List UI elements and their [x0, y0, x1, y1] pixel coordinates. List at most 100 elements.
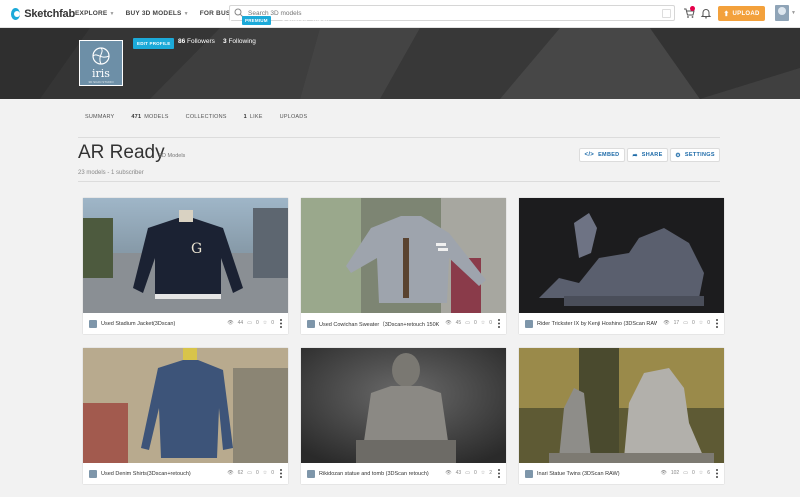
more-options-icon[interactable]	[498, 319, 500, 328]
comment-icon: ▭	[683, 470, 688, 476]
model-name[interactable]: Inari Statue Twins (3DScan RAW)	[537, 471, 657, 477]
model-card[interactable]: Used Cowichan Sweater（3Dscan+retouch 150…	[301, 198, 506, 334]
uploader-avatar[interactable]	[307, 470, 315, 478]
profile-name: 3D scan studio "iris"	[133, 14, 240, 28]
comments-count: 0	[255, 320, 259, 326]
model-thumbnail[interactable]	[301, 198, 506, 313]
sketchfab-logo[interactable]: Sketchfab	[11, 7, 75, 20]
comments-count: 0	[473, 320, 477, 326]
nav-explore[interactable]: EXPLORE ▼	[75, 10, 115, 17]
share-icon: ➦	[632, 152, 638, 159]
model-name[interactable]: Used Denim Shirts(3Dscan+retouch)	[101, 471, 221, 477]
comment-icon: ▭	[465, 320, 470, 326]
comments-count: 0	[473, 470, 477, 476]
model-thumbnail[interactable]	[519, 348, 724, 463]
profile-tabs: SUMMARY 471 MODELS COLLECTIONS 1 LIKE UPLO…	[85, 112, 324, 122]
code-icon: </>	[584, 152, 595, 158]
model-thumbnail[interactable]	[519, 198, 724, 313]
following-link[interactable]: 3 Following	[223, 38, 256, 45]
tab-models[interactable]: 471 MODELS	[131, 114, 168, 120]
model-card[interactable]: Inari Statue Twins (3DScan RAW) 👁 102 ▭ 0 ☆ 6	[519, 348, 724, 484]
model-thumbnail[interactable]: G	[83, 198, 288, 313]
more-options-icon[interactable]	[716, 319, 718, 328]
uploader-avatar[interactable]	[89, 320, 97, 328]
model-stats: 👁 44 ▭ 0 ☆ 0	[223, 320, 274, 326]
more-options-icon[interactable]	[716, 469, 718, 478]
uploader-avatar[interactable]	[525, 320, 533, 328]
comments-count: 0	[255, 470, 259, 476]
bell-icon[interactable]	[700, 7, 712, 19]
collection-title: AR Ready	[78, 142, 165, 163]
eye-icon: 👁	[445, 470, 452, 476]
more-options-icon[interactable]	[280, 469, 282, 478]
eye-icon: 👁	[663, 320, 670, 326]
divider	[78, 137, 720, 138]
uploader-avatar[interactable]	[307, 320, 315, 328]
tab-collections[interactable]: COLLECTIONS	[186, 114, 227, 120]
star-icon: ☆	[480, 320, 486, 326]
comment-icon: ▭	[247, 470, 252, 476]
search-filter-button[interactable]	[662, 9, 671, 18]
followers-link[interactable]: 86 Followers	[178, 38, 215, 45]
views-count: 62	[237, 470, 244, 476]
share-button[interactable]: ➦ SHARE	[627, 148, 668, 162]
comment-icon: ▭	[465, 470, 470, 476]
eye-icon: 👁	[660, 470, 667, 476]
model-card[interactable]: Rikidozan statue and tomb (3DScan retouc…	[301, 348, 506, 484]
likes-count: 6	[707, 470, 710, 476]
model-card[interactable]: Rider Trickster IX by Kenji Hoshino (3DS…	[519, 198, 724, 334]
model-thumbnail[interactable]	[83, 348, 288, 463]
model-name[interactable]: Used Stadium Jacket(3Dscan)	[101, 321, 221, 327]
profile-location: ⚲yoyogi, Tokyo	[281, 16, 329, 24]
model-stats: 👁 17 ▭ 0 ☆ 0	[659, 320, 710, 326]
views-count: 43	[455, 470, 462, 476]
comment-icon: ▭	[247, 320, 252, 326]
model-name[interactable]: Used Cowichan Sweater（3Dscan+retouch 150…	[319, 320, 439, 328]
views-count: 17	[673, 320, 680, 326]
upload-button[interactable]: ⬆ UPLOAD	[718, 6, 765, 21]
model-card[interactable]: G Used Stadium Jacket(3Dscan) 👁 44 ▭ 0 ☆ 0	[83, 198, 288, 334]
eye-icon: 👁	[227, 320, 234, 326]
tab-label: COLLECTIONS	[185, 114, 227, 120]
more-options-icon[interactable]	[280, 319, 282, 328]
gear-icon: ⚙	[675, 152, 681, 159]
model-stats: 👁 102 ▭ 0 ☆ 6	[657, 470, 710, 476]
tab-like[interactable]: 1 LIKE	[244, 114, 263, 120]
uploader-avatar[interactable]	[89, 470, 97, 478]
more-options-icon[interactable]	[498, 469, 500, 478]
profile-avatar[interactable]: iris 3D SCAN STUDIO	[79, 40, 123, 86]
iris-logo-icon	[92, 47, 110, 65]
model-card[interactable]: Used Denim Shirts(3Dscan+retouch) 👁 62 ▭ 0 ☆…	[83, 348, 288, 484]
profile-banner: iris 3D SCAN STUDIO	[0, 28, 800, 99]
user-avatar[interactable]	[775, 5, 789, 21]
following-label: Following	[228, 38, 256, 45]
following-count: 3	[223, 38, 227, 45]
embed-label: EMBED	[598, 152, 620, 158]
views-count: 44	[237, 320, 244, 326]
cart-badge	[690, 6, 695, 11]
comments-count: 0	[691, 470, 695, 476]
upload-arrow-icon: ⬆	[723, 10, 730, 18]
settings-button[interactable]: ⚙ SETTINGS	[670, 148, 720, 162]
likes-count: 2	[489, 470, 492, 476]
model-name[interactable]: Rikidozan statue and tomb (3DScan retouc…	[319, 471, 439, 477]
collection-subtitle: 3D Models	[159, 153, 186, 159]
divider	[78, 181, 720, 182]
model-thumbnail[interactable]	[301, 348, 506, 463]
tab-summary[interactable]: SUMMARY	[85, 114, 114, 120]
edit-profile-button[interactable]: EDIT PROFILE	[133, 38, 175, 49]
tab-uploads[interactable]: UPLOADS	[280, 114, 308, 120]
eye-icon: 👁	[445, 320, 452, 326]
uploader-avatar[interactable]	[525, 470, 533, 478]
star-icon: ☆	[262, 470, 268, 476]
star-icon: ☆	[262, 320, 268, 326]
upload-label: UPLOAD	[732, 10, 760, 17]
tab-label: UPLOADS	[279, 114, 308, 120]
embed-button[interactable]: </> EMBED	[579, 148, 625, 162]
likes-count: 0	[271, 320, 274, 326]
followers-label: Followers	[187, 38, 215, 45]
chevron-down-icon[interactable]: ▼	[791, 10, 796, 16]
settings-label: SETTINGS	[684, 152, 715, 158]
model-name[interactable]: Rider Trickster IX by Kenji Hoshino (3DS…	[537, 321, 657, 327]
model-stats: 👁 62 ▭ 0 ☆ 0	[223, 470, 274, 476]
